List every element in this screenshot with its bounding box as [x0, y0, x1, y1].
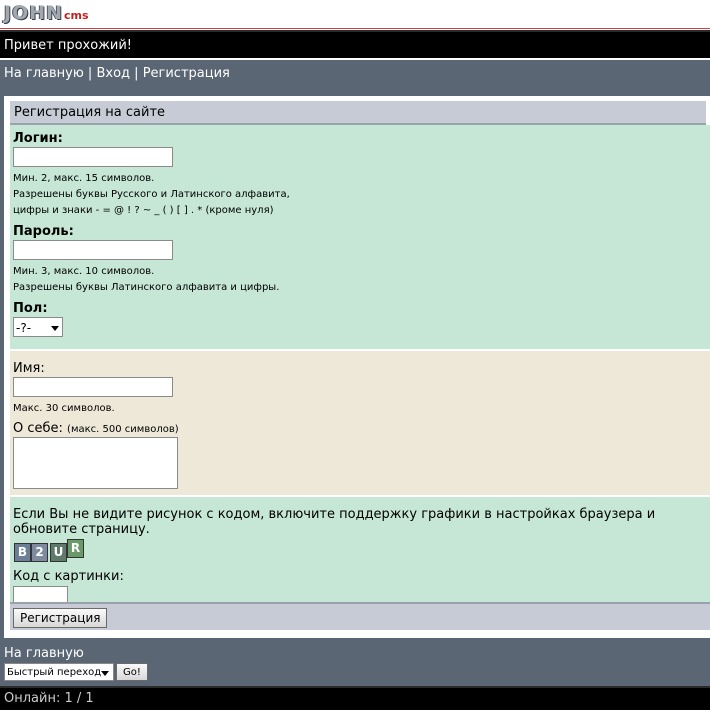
captcha-char: R [67, 539, 84, 558]
password-input[interactable] [13, 240, 173, 260]
footer-navigation: На главную Быстрый переход Go! [0, 638, 710, 686]
about-hint: (макс. 500 символов) [67, 424, 179, 435]
nav-login-link[interactable]: Вход [96, 66, 130, 81]
gender-select[interactable]: -?- [13, 317, 63, 337]
password-label: Пароль: [13, 224, 74, 239]
login-input[interactable] [13, 147, 173, 167]
johncms-logo[interactable]: JOHN cms [4, 3, 89, 23]
submit-section: Регистрация [10, 602, 710, 630]
password-hint-length: Мин. 3, макс. 10 символов. [13, 266, 155, 277]
quick-nav-row: Быстрый переход Go! [4, 663, 710, 681]
quick-nav-selected-value: Быстрый переход [7, 667, 102, 678]
login-hint-length: Мин. 2, макс. 15 символов. [13, 173, 155, 184]
name-label: Имя: [13, 361, 45, 376]
panel-title: Регистрация на сайте [10, 101, 706, 125]
online-counter-bar: Онлайн: 1 / 1 [0, 686, 710, 710]
about-label-row: О себе: (макс. 500 символов) [13, 421, 710, 436]
about-textarea[interactable] [13, 437, 178, 489]
code-label: Код с картинки: [13, 569, 124, 584]
captcha-char: U [50, 543, 67, 562]
header-logo-area: JOHN cms [0, 0, 710, 29]
password-hint-alphabet: Разрешены буквы Латинского алфавита и ци… [13, 282, 280, 293]
nav-separator: | [87, 66, 93, 81]
nav-register-link[interactable]: Регистрация [143, 66, 230, 81]
logo-main-text: JOHN [4, 2, 64, 24]
captcha-image: B 2 U R [13, 539, 710, 567]
chevron-down-icon [51, 326, 59, 331]
login-label: Логин: [13, 131, 63, 146]
register-submit-button[interactable]: Регистрация [13, 608, 108, 628]
registration-panel: Регистрация на сайте Логин: Мин. 2, макс… [4, 96, 710, 638]
account-section: Логин: Мин. 2, макс. 15 символов. Разреш… [10, 125, 710, 349]
chevron-down-icon [101, 671, 109, 676]
logo-sub-text: cms [64, 9, 89, 22]
go-button[interactable]: Go! [116, 663, 148, 681]
captcha-section: Если Вы не видите рисунок с кодом, включ… [10, 495, 710, 606]
captcha-notice: Если Вы не видите рисунок с кодом, включ… [13, 507, 656, 537]
footer-home-link[interactable]: На главную [4, 646, 710, 661]
login-hint-alphabet: Разрешены буквы Русского и Латинского ал… [13, 189, 290, 200]
gender-label: Пол: [13, 301, 48, 316]
nav-home-link[interactable]: На главную [4, 66, 84, 81]
name-input[interactable] [13, 377, 173, 397]
greeting-text: Привет прохожий! [4, 38, 133, 53]
login-hint-symbols: цифры и знаки - = @ ! ? ~ _ ( ) [ ] . * … [13, 205, 274, 216]
captcha-char: 2 [31, 543, 48, 562]
profile-section: Имя: Макс. 30 символов. О себе: (макс. 5… [10, 349, 710, 495]
online-counter: Онлайн: 1 / 1 [4, 691, 94, 706]
captcha-char: B [14, 543, 31, 562]
greeting-bar: Привет прохожий! [0, 30, 710, 58]
top-navigation: На главную | Вход | Регистрация [0, 60, 710, 92]
gender-selected-value: -?- [16, 321, 32, 335]
about-label: О себе: [13, 421, 63, 436]
quick-nav-select[interactable]: Быстрый переход [4, 663, 114, 681]
main-content: Регистрация на сайте Логин: Мин. 2, макс… [0, 92, 710, 638]
name-hint: Макс. 30 символов. [13, 403, 115, 414]
nav-separator: | [134, 66, 139, 81]
